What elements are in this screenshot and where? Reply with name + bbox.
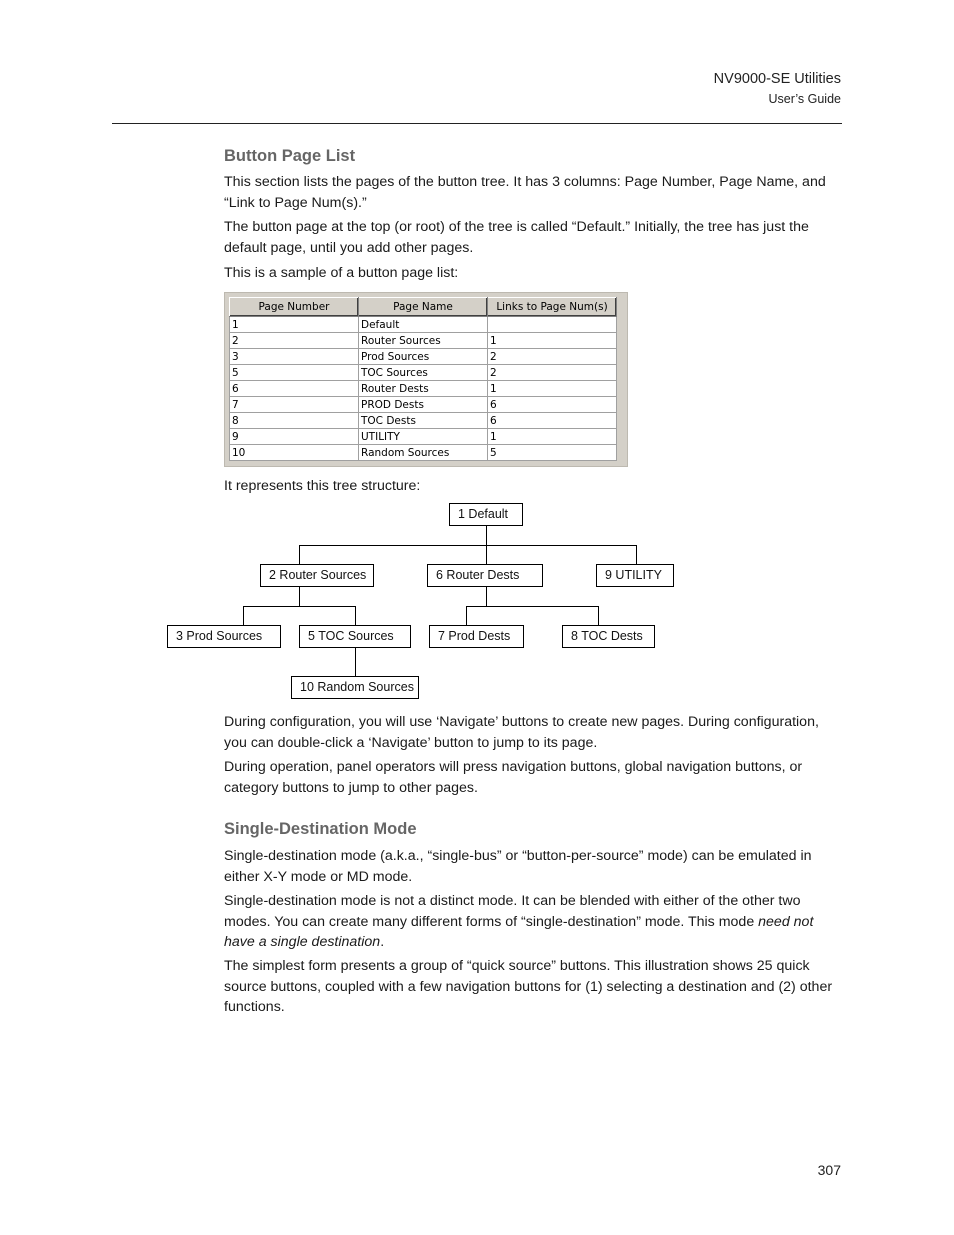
tree-connector [598,606,599,625]
paragraph: During configuration, you will use ‘Navi… [224,714,819,751]
section-heading-button-page-list: Button Page List [224,147,356,165]
tree-connector [299,587,300,606]
tree-connector [486,587,487,606]
tree-connector [355,648,356,676]
paragraph: This is a sample of a button page list: [224,265,459,281]
paragraph-text: Single-destination mode is not a distinc… [224,893,801,930]
tree-connector [299,545,300,564]
column-header-page-name[interactable]: Page Name [358,297,488,317]
button-page-list-grid: Page Number Page Name Links to Page Num(… [224,292,628,467]
tree-node-toc-dests: 8 TOC Dests [562,625,655,648]
cell-links[interactable]: 6 [487,412,617,429]
paragraph: The simplest form presents a group of “q… [224,958,833,1015]
table-row[interactable]: 7 PROD Dests 6 [229,396,617,413]
cell-page-number[interactable]: 5 [229,364,359,381]
tree-connector [636,545,637,564]
tree-connector [243,606,356,607]
header-title: NV9000-SE Utilities [713,71,841,87]
paragraph: Single-destination mode (a.k.a., “single… [224,848,812,885]
cell-page-name[interactable]: Router Dests [358,380,488,397]
tree-node-prod-sources: 3 Prod Sources [167,625,281,648]
table-row[interactable]: 5 TOC Sources 2 [229,364,617,381]
cell-links[interactable]: 1 [487,380,617,397]
tree-node-default: 1 Default [449,503,523,526]
paragraph: The button page at the top (or root) of … [224,219,809,256]
cell-page-name[interactable]: TOC Sources [358,364,488,381]
paragraph: During operation, panel operators will p… [224,759,803,796]
cell-page-number[interactable]: 7 [229,396,359,413]
tree-connector [466,606,467,625]
tree-node-prod-dests: 7 Prod Dests [429,625,524,648]
section-heading-single-destination-mode: Single-Destination Mode [224,820,417,838]
paragraph: This section lists the pages of the butt… [224,174,826,211]
cell-page-number[interactable]: 9 [229,428,359,445]
tree-node-random-sources: 10 Random Sources [291,676,419,699]
table-row[interactable]: 9 UTILITY 1 [229,428,617,445]
paragraph-text: . [380,934,385,950]
table-row[interactable]: 6 Router Dests 1 [229,380,617,397]
paragraph: Single-destination mode is not a distinc… [224,891,842,953]
page-number: 307 [817,1162,841,1178]
cell-page-number[interactable]: 10 [229,444,359,461]
column-header-page-number[interactable]: Page Number [229,297,359,317]
cell-links[interactable] [487,316,617,333]
cell-links[interactable]: 6 [487,396,617,413]
cell-page-name[interactable]: PROD Dests [358,396,488,413]
table-row[interactable]: 2 Router Sources 1 [229,332,617,349]
cell-links[interactable]: 1 [487,428,617,445]
tree-connector [486,526,487,545]
header-subtitle: User’s Guide [768,92,842,106]
tree-node-router-dests: 6 Router Dests [427,564,543,587]
cell-page-name[interactable]: Default [358,316,488,333]
tree-connector [355,606,356,625]
cell-page-number[interactable]: 8 [229,412,359,429]
table-header-row: Page Number Page Name Links to Page Num(… [229,297,617,317]
tree-connector [243,606,244,625]
table-row[interactable]: 10 Random Sources 5 [229,444,617,461]
cell-page-name[interactable]: Router Sources [358,332,488,349]
tree-connector [486,545,487,564]
cell-page-name[interactable]: Prod Sources [358,348,488,365]
cell-page-name[interactable]: TOC Dests [358,412,488,429]
cell-links[interactable]: 5 [487,444,617,461]
header-rule [112,123,842,124]
table-row[interactable]: 1 Default [229,316,617,333]
cell-page-number[interactable]: 1 [229,316,359,333]
tree-node-router-sources: 2 Router Sources [260,564,374,587]
cell-page-name[interactable]: Random Sources [358,444,488,461]
page-list-table: Page Number Page Name Links to Page Num(… [229,297,617,461]
cell-links[interactable]: 2 [487,364,617,381]
tree-node-utility: 9 UTILITY [596,564,674,587]
table-row[interactable]: 3 Prod Sources 2 [229,348,617,365]
cell-page-name[interactable]: UTILITY [358,428,488,445]
tree-node-toc-sources: 5 TOC Sources [299,625,411,648]
cell-links[interactable]: 2 [487,348,617,365]
paragraph-tree-intro: It represents this tree structure: [224,478,421,494]
cell-page-number[interactable]: 2 [229,332,359,349]
tree-connector [299,545,637,546]
cell-links[interactable]: 1 [487,332,617,349]
tree-connector [466,606,599,607]
column-header-links[interactable]: Links to Page Num(s) [487,297,617,317]
cell-page-number[interactable]: 3 [229,348,359,365]
cell-page-number[interactable]: 6 [229,380,359,397]
table-row[interactable]: 8 TOC Dests 6 [229,412,617,429]
